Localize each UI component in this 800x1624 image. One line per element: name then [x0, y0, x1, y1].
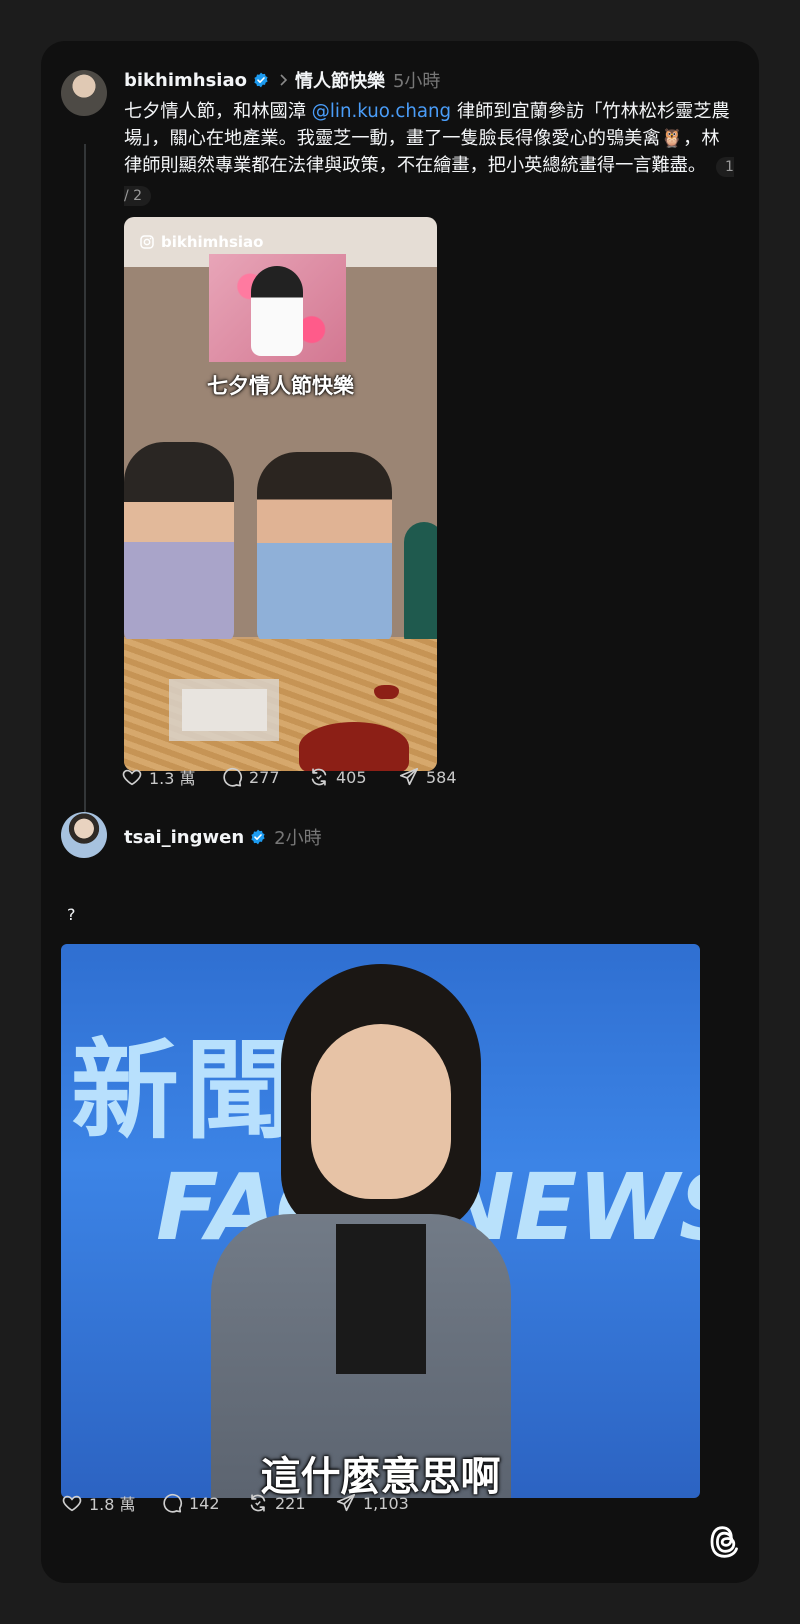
- like-button[interactable]: 1.8 萬: [61, 1491, 161, 1515]
- post2-header: tsai_ingwen 2小時: [124, 824, 322, 850]
- reply-count: 277: [249, 767, 280, 787]
- post1-time[interactable]: 5小時: [393, 67, 440, 93]
- repost-count: 405: [336, 767, 367, 787]
- post2-time[interactable]: 2小時: [274, 824, 321, 850]
- reishi-small: [374, 685, 399, 699]
- heart-icon: [62, 1495, 82, 1512]
- threads-card: bikhimhsiao 情人節快樂 5小時 七夕情人節，和林國漳 @lin.ku…: [41, 41, 759, 1583]
- post1-actions: 1.3 萬 277 405 584: [121, 765, 457, 789]
- video-subtitle: 這什麼意思啊: [260, 1454, 501, 1498]
- person-center: [257, 452, 392, 642]
- post2-media[interactable]: 新聞 FACT NEWS 這什麼意思啊: [61, 944, 700, 1498]
- comment-icon: [223, 767, 243, 787]
- repost-button[interactable]: 405: [308, 766, 398, 788]
- post1-topic[interactable]: 情人節快樂: [295, 67, 385, 93]
- verified-badge-icon: [250, 829, 266, 845]
- send-icon: [336, 1493, 356, 1512]
- repost-count: 221: [275, 1493, 306, 1513]
- reply-count: 142: [189, 1493, 220, 1513]
- avatar-bikhimhsiao[interactable]: [61, 70, 107, 116]
- comment-icon: [163, 1493, 183, 1513]
- post1-header: bikhimhsiao 情人節快樂 5小時: [124, 67, 440, 93]
- post1-media[interactable]: bikhimhsiao 七夕情人節快樂: [124, 217, 437, 771]
- post2-username[interactable]: tsai_ingwen: [124, 827, 244, 848]
- share-count: 1,103: [363, 1493, 409, 1513]
- share-count: 584: [426, 767, 457, 787]
- like-count: 1.3 萬: [149, 769, 196, 788]
- repost-button[interactable]: 221: [247, 1492, 335, 1514]
- instagram-handle: bikhimhsiao: [161, 233, 264, 251]
- post2-actions: 1.8 萬 142 221 1,103: [61, 1491, 409, 1515]
- media-caption: 七夕情人節快樂: [207, 374, 354, 398]
- post2-text: ?: [67, 905, 76, 924]
- post1-text: 七夕情人節，和林國漳 @lin.kuo.chang 律師到宜蘭參訪「竹林松杉靈芝…: [124, 98, 736, 210]
- send-icon: [399, 767, 419, 786]
- person-left: [124, 442, 234, 642]
- heart-icon: [122, 769, 142, 786]
- post1-username[interactable]: bikhimhsiao: [124, 70, 247, 91]
- threads-logo-icon[interactable]: [709, 1525, 741, 1563]
- person-figure: [201, 964, 521, 1498]
- repost-icon: [250, 1494, 266, 1512]
- person-right: [404, 522, 437, 642]
- repost-icon: [311, 768, 327, 786]
- like-count: 1.8 萬: [89, 1495, 136, 1514]
- cat-heart-sticker: [209, 254, 346, 362]
- avatar-tsai-ingwen[interactable]: [61, 812, 107, 858]
- thread-connector-line: [84, 144, 86, 834]
- reishi-mushroom: [299, 722, 409, 771]
- mention-link[interactable]: @lin.kuo.chang: [312, 101, 451, 122]
- reply-button[interactable]: 277: [221, 766, 308, 788]
- verified-badge-icon: [253, 72, 269, 88]
- instagram-watermark: bikhimhsiao: [139, 233, 263, 251]
- share-button[interactable]: 584: [398, 766, 457, 788]
- chevron-right-icon: [279, 74, 289, 86]
- post1-text-part: 七夕情人節，和林國漳: [124, 101, 312, 122]
- like-button[interactable]: 1.3 萬: [121, 765, 221, 789]
- instagram-icon: [140, 235, 154, 249]
- drawing-sheet: [182, 689, 267, 731]
- share-button[interactable]: 1,103: [335, 1492, 409, 1514]
- reply-button[interactable]: 142: [161, 1492, 247, 1514]
